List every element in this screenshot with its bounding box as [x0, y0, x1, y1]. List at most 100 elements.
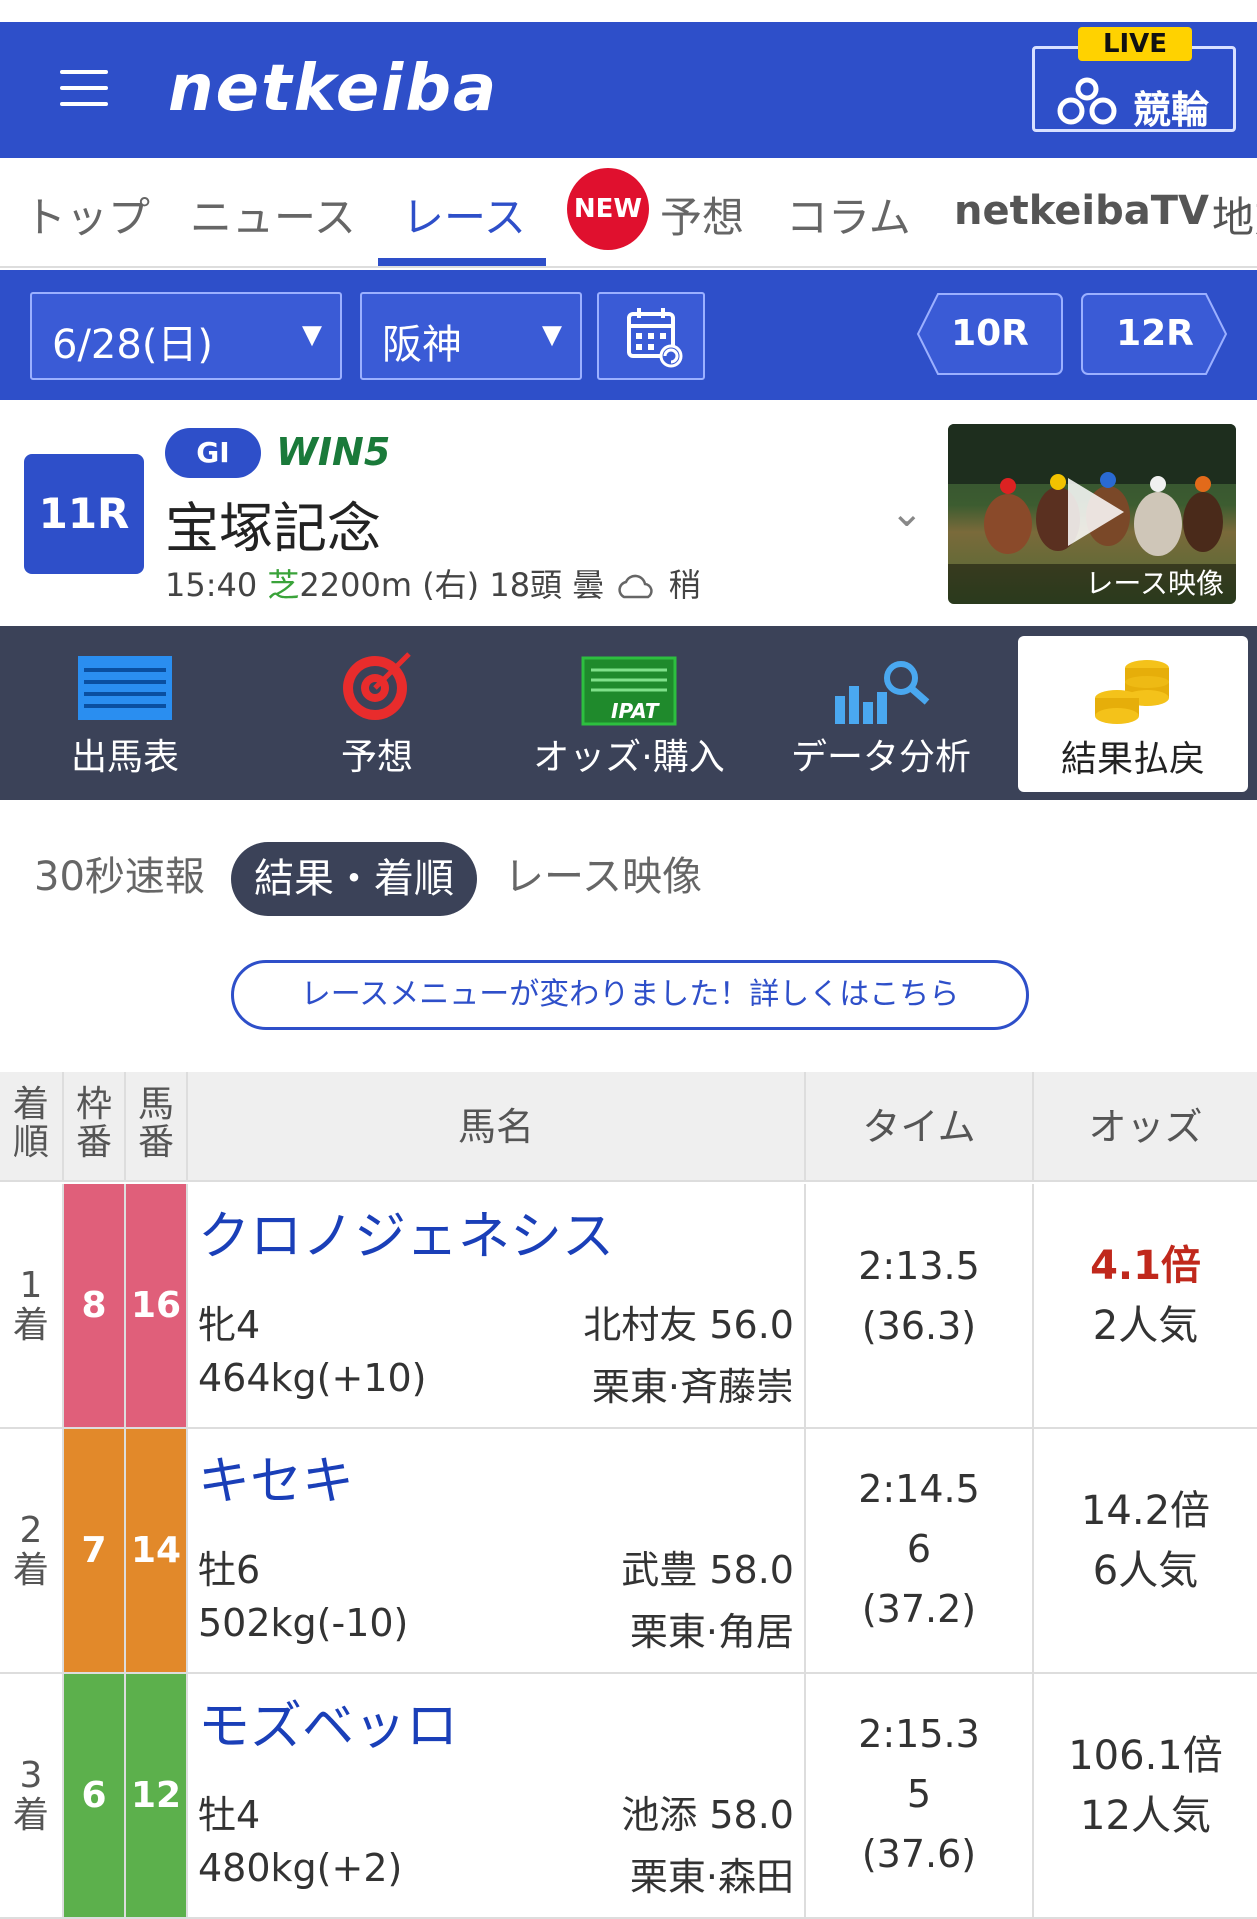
menu-yoso[interactable]: 予想 — [252, 626, 502, 800]
prev-race-button[interactable]: 10R — [916, 292, 1064, 376]
dropdown-caret-icon: ▼ — [542, 320, 562, 350]
last-3f: (36.3) — [861, 1304, 977, 1348]
rank-cell: 2着 — [0, 1429, 64, 1672]
horse-name-link[interactable]: クロノジェネシス — [198, 1194, 614, 1269]
menu-label: 結果払戻 — [1060, 739, 1205, 780]
subtab-video[interactable]: レース映像 — [504, 844, 702, 902]
menu-shutuba[interactable]: 出馬表 — [0, 626, 250, 800]
jockey: 武豊 58.0 — [621, 1548, 794, 1592]
waku-cell: 8 — [64, 1184, 126, 1427]
main-nav: トップ ニュース レース NEW 予想 コラム netkeibaTV 地方 — [0, 158, 1257, 268]
menu-change-notice-button[interactable]: レースメニューが変わりました！詳しくはこちら — [231, 960, 1029, 1030]
race-start-time: 15:40 — [165, 566, 258, 604]
prev-race-label: 10R — [951, 313, 1029, 354]
date-value: 6/28(日) — [52, 322, 214, 368]
time-cell: 2:14.5 6 (37.2) — [806, 1429, 1034, 1672]
race-meta: 15:40 芝2200m (右) 18頭 曇 稍 — [165, 560, 701, 606]
horse-name-link[interactable]: キセキ — [198, 1439, 354, 1514]
header-time[interactable]: タイム — [806, 1072, 1034, 1182]
race-distance: 2200m (右) 18頭 曇 — [299, 566, 605, 604]
odds-value: 106.1倍 — [1068, 1733, 1223, 1779]
horse-cell: クロノジェネシス 牝4 464kg(+10) 北村友 56.0 栗東·斉藤崇 — [188, 1184, 806, 1427]
menu-label: 出馬表 — [70, 737, 179, 778]
menu-icon[interactable] — [60, 70, 108, 110]
nav-tab-yoso[interactable]: 予想 — [660, 184, 744, 245]
calendar-button[interactable] — [597, 292, 705, 380]
race-video-thumbnail[interactable]: レース映像 — [948, 424, 1236, 604]
chart-search-icon — [835, 661, 930, 724]
nav-tab-race[interactable]: レース — [402, 184, 526, 245]
sex-age: 牡6 — [198, 1548, 261, 1592]
rank-suffix: 着 — [12, 1795, 49, 1836]
odds-value: 14.2倍 — [1080, 1488, 1211, 1534]
menu-label: データ分析 — [790, 737, 971, 778]
race-name: 宝塚記念 — [165, 497, 381, 560]
jockey: 池添 58.0 — [621, 1793, 794, 1837]
nav-tab-column[interactable]: コラム — [786, 184, 911, 245]
play-icon — [1068, 478, 1124, 546]
time-cell: 2:15.3 5 (37.6) — [806, 1674, 1034, 1917]
odds-cell: 14.2倍 6人気 — [1034, 1429, 1257, 1672]
menu-odds[interactable]: IPAT オッズ·購入 — [504, 626, 754, 800]
race-selector-bar: 6/28(日) ▼ 阪神 ▼ 10R 12R — [0, 270, 1257, 400]
popularity: 2人気 — [1092, 1303, 1199, 1349]
race-menu-bar: 出馬表 予想 IPAT オッズ·購入 データ分析 結果払戻 — [0, 626, 1257, 800]
dropdown-caret-icon: ▼ — [302, 320, 322, 350]
horse-cell: モズベッロ 牡4 480kg(+2) 池添 58.0 栗東·森田 — [188, 1674, 806, 1917]
sex-age: 牡4 — [198, 1793, 261, 1837]
nav-tab-netkeibatv[interactable]: netkeibaTV — [954, 188, 1209, 234]
venue-value: 阪神 — [382, 322, 462, 368]
rank-suffix: 着 — [12, 1550, 49, 1591]
nav-tab-news[interactable]: ニュース — [190, 184, 356, 245]
subtab-result[interactable]: 結果・着順 — [231, 842, 477, 916]
menu-result[interactable]: 結果払戻 — [1018, 636, 1248, 792]
horse-weight: 502kg(-10) — [198, 1601, 409, 1645]
time-cell: 2:13.5 (36.3) — [806, 1184, 1034, 1427]
date-select[interactable]: 6/28(日) ▼ — [30, 292, 342, 380]
horse-name-link[interactable]: モズベッロ — [198, 1684, 458, 1759]
popularity: 12人気 — [1080, 1793, 1211, 1839]
keirin-live-button[interactable]: LIVE 競輪 — [1032, 27, 1236, 132]
last-3f: (37.2) — [861, 1587, 977, 1631]
menu-data[interactable]: データ分析 — [756, 626, 1006, 800]
ipat-icon: IPAT — [581, 656, 677, 726]
finish-time: 2:13.5 — [858, 1244, 980, 1288]
svg-text:IPAT: IPAT — [611, 699, 660, 723]
venue-select[interactable]: 阪神 ▼ — [360, 292, 582, 380]
win5-badge: WIN5 — [276, 430, 391, 474]
horse-weight: 464kg(+10) — [198, 1356, 427, 1400]
video-label: レース映像 — [948, 564, 1236, 604]
header-odds[interactable]: オッズ — [1034, 1072, 1257, 1182]
odds-value: 4.1倍 — [1090, 1243, 1201, 1289]
trainer: 栗東·角居 — [629, 1610, 794, 1654]
table-row: 1着 8 16 クロノジェネシス 牝4 464kg(+10) 北村友 56.0 … — [0, 1184, 1257, 1429]
margin: 6 — [906, 1527, 932, 1571]
keirin-label: 競輪 — [1133, 88, 1210, 132]
header-waku: 枠番 — [64, 1072, 126, 1182]
horse-cell: キセキ 牡6 502kg(-10) 武豊 58.0 栗東·角居 — [188, 1429, 806, 1672]
last-3f: (37.6) — [861, 1832, 977, 1876]
header-horse-name[interactable]: 馬名 — [188, 1072, 806, 1182]
expand-chevron-icon[interactable]: ⌄ — [890, 490, 924, 536]
nav-tab-chiho[interactable]: 地方 — [1212, 184, 1257, 245]
rank-cell: 3着 — [0, 1674, 64, 1917]
trainer: 栗東·森田 — [629, 1855, 794, 1899]
horse-weight: 480kg(+2) — [198, 1846, 403, 1890]
next-race-label: 12R — [1116, 313, 1194, 354]
rank-suffix: 着 — [12, 1305, 49, 1346]
race-surface: 芝 — [267, 566, 300, 604]
menu-label: 予想 — [340, 737, 413, 778]
next-race-button[interactable]: 12R — [1080, 292, 1230, 376]
nav-tab-top[interactable]: トップ — [24, 184, 150, 245]
bicycle-icon — [1057, 77, 1117, 125]
odds-cell: 4.1倍 2人気 — [1034, 1184, 1257, 1427]
menu-label: オッズ·購入 — [533, 737, 725, 778]
finish-time: 2:15.3 — [858, 1712, 980, 1756]
table-row: 3着 6 12 モズベッロ 牡4 480kg(+2) 池添 58.0 栗東·森田… — [0, 1674, 1257, 1919]
subtab-30sec[interactable]: 30秒速報 — [34, 844, 205, 902]
live-badge: LIVE — [1078, 27, 1192, 61]
finish-time: 2:14.5 — [858, 1467, 980, 1511]
netkeiba-logo[interactable]: netkeiba — [168, 52, 498, 126]
trainer: 栗東·斉藤崇 — [591, 1365, 794, 1409]
waku-cell: 6 — [64, 1674, 126, 1917]
